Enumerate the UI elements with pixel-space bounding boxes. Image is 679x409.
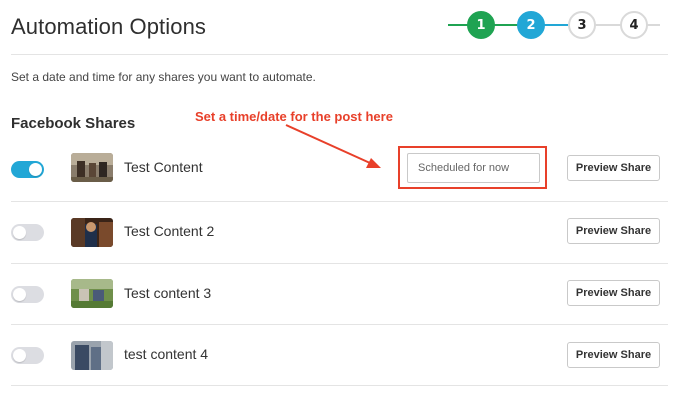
step-line-pending-2 [646, 24, 660, 26]
share-toggle-2[interactable] [11, 224, 44, 241]
annotation-text: Set a time/date for the post here [195, 109, 393, 124]
share-toggle-4[interactable] [11, 347, 44, 364]
share-thumbnail-2 [71, 218, 113, 247]
share-thumbnail-1 [71, 153, 113, 182]
share-label-3: Test content 3 [124, 285, 212, 301]
toggle-knob [13, 349, 26, 362]
share-label-4: test content 4 [124, 346, 209, 362]
share-thumbnail-3 [71, 279, 113, 308]
row-divider-4 [11, 385, 668, 386]
step-4[interactable]: 4 [620, 11, 648, 39]
toggle-knob [29, 163, 42, 176]
schedule-input[interactable] [407, 153, 540, 183]
toggle-knob [13, 226, 26, 239]
share-row-3: Test content 3 Preview Share [0, 263, 679, 325]
step-2[interactable]: 2 [517, 11, 545, 39]
step-3[interactable]: 3 [568, 11, 596, 39]
share-row-1: Test Content Preview Share [0, 140, 679, 202]
step-1[interactable]: 1 [467, 11, 495, 39]
preview-share-button-2[interactable]: Preview Share [567, 218, 660, 244]
preview-share-button-4[interactable]: Preview Share [567, 342, 660, 368]
share-label-1: Test Content [124, 159, 203, 175]
share-row-4: test content 4 Preview Share [0, 324, 679, 386]
progress-steps: 1 2 3 4 [448, 10, 660, 40]
share-thumbnail-4 [71, 341, 113, 370]
toggle-knob [13, 288, 26, 301]
automation-options-page: Automation Options 1 2 3 4 Set a date an… [0, 0, 679, 409]
section-title: Facebook Shares [11, 115, 136, 132]
share-row-2: Test Content 2 Preview Share [0, 202, 679, 264]
share-toggle-3[interactable] [11, 286, 44, 303]
page-title: Automation Options [11, 14, 207, 39]
header-divider [11, 54, 668, 55]
share-label-2: Test Content 2 [124, 223, 215, 239]
page-subtitle: Set a date and time for any shares you w… [11, 70, 316, 84]
share-toggle-1[interactable] [11, 161, 44, 178]
preview-share-button-3[interactable]: Preview Share [567, 280, 660, 306]
step-line-pending [593, 24, 621, 26]
preview-share-button-1[interactable]: Preview Share [567, 155, 660, 181]
